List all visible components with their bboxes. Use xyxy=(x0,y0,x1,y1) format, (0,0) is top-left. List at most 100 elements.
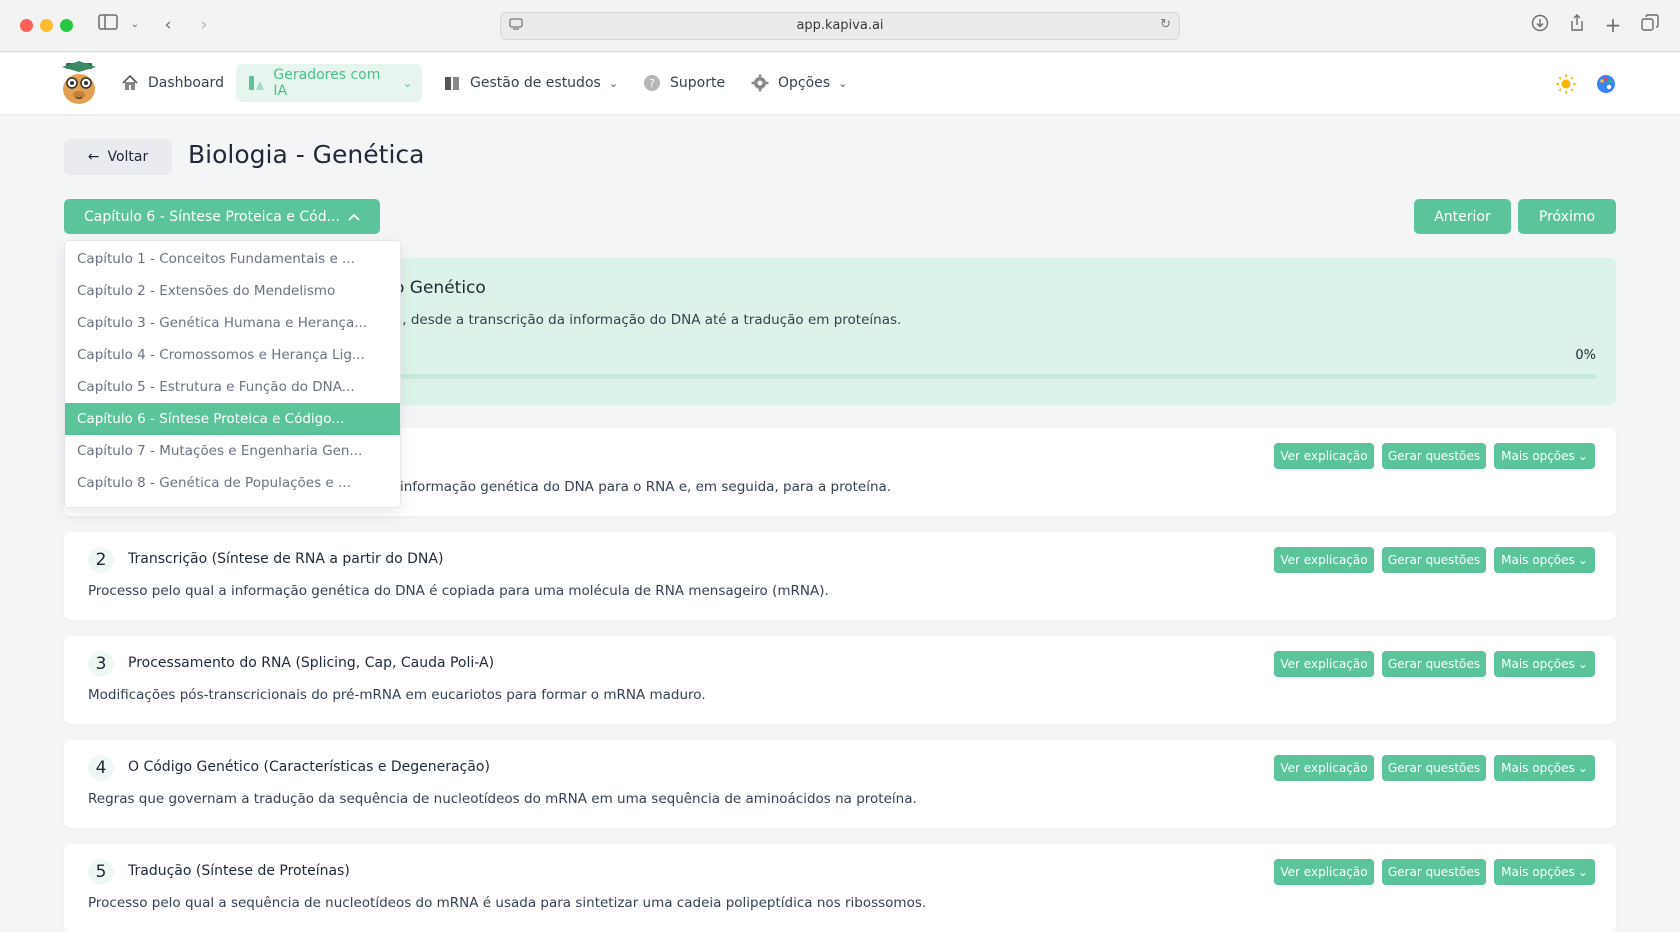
summary-title: o Genético xyxy=(394,278,486,298)
chapter-option[interactable]: Capítulo 1 - Conceitos Fundamentais e ..… xyxy=(65,243,400,275)
previous-button[interactable]: Anterior xyxy=(1414,199,1511,234)
sun-icon[interactable] xyxy=(1556,74,1576,94)
back-arrow-icon[interactable]: ‹ xyxy=(160,14,176,36)
explain-button[interactable]: Ver explicação xyxy=(1274,443,1374,469)
topic-description: Regras que governam a tradução da sequên… xyxy=(88,791,917,807)
chevron-down-icon: ⌄ xyxy=(1577,761,1588,775)
chapter-dropdown-menu: Capítulo 1 - Conceitos Fundamentais e ..… xyxy=(64,240,401,508)
reload-icon[interactable]: ↻ xyxy=(1160,17,1171,32)
topic-description: informação genética do DNA para o RNA e,… xyxy=(400,479,892,495)
generate-questions-button[interactable]: Gerar questões xyxy=(1382,651,1486,677)
page-title: Biologia - Genética xyxy=(188,140,425,169)
chevron-down-icon: ⌄ xyxy=(608,76,619,90)
more-options-button[interactable]: Mais opções ⌄ xyxy=(1494,443,1595,469)
new-tab-icon[interactable]: + xyxy=(1603,14,1623,36)
chevron-down-icon: ⌄ xyxy=(1577,553,1588,567)
topic-card: 5 Tradução (Síntese de Proteínas) Proces… xyxy=(64,844,1616,932)
more-options-label: Mais opções xyxy=(1501,553,1575,567)
topic-title: Processamento do RNA (Splicing, Cap, Cau… xyxy=(128,655,495,671)
chapter-option-selected[interactable]: Capítulo 6 - Síntese Proteica e Código..… xyxy=(65,403,400,435)
chapter-select-label: Capítulo 6 - Síntese Proteica e Cód... xyxy=(84,208,340,225)
topic-description: Processo pelo qual a sequência de nucleo… xyxy=(88,895,927,911)
topic-number: 3 xyxy=(88,651,114,677)
nav-gestao[interactable]: Gestão de estudos ⌄ xyxy=(432,64,628,102)
next-button[interactable]: Próximo xyxy=(1518,199,1616,234)
svg-text:?: ? xyxy=(649,77,655,90)
generate-questions-button[interactable]: Gerar questões xyxy=(1382,443,1486,469)
download-icon[interactable] xyxy=(1529,14,1551,36)
more-options-button[interactable]: Mais opções ⌄ xyxy=(1494,755,1595,781)
progress-label: 0% xyxy=(1575,348,1596,363)
gear-icon xyxy=(750,73,770,93)
capybara-logo[interactable] xyxy=(60,61,98,107)
chevron-down-icon: ⌄ xyxy=(838,76,848,90)
share-icon[interactable] xyxy=(1566,14,1588,36)
nav-dashboard-label: Dashboard xyxy=(148,75,224,91)
explain-button[interactable]: Ver explicação xyxy=(1274,547,1374,573)
more-options-button[interactable]: Mais opções ⌄ xyxy=(1494,859,1595,885)
address-bar[interactable]: app.kapiva.ai ↻ xyxy=(500,12,1180,40)
more-options-button[interactable]: Mais opções ⌄ xyxy=(1494,651,1595,677)
back-button-label: Voltar xyxy=(107,149,149,165)
palette-icon[interactable] xyxy=(1596,74,1616,94)
arrow-left-icon: ← xyxy=(87,149,100,165)
more-options-label: Mais opções xyxy=(1501,657,1575,671)
more-options-label: Mais opções xyxy=(1501,449,1575,463)
chapter-option[interactable]: Capítulo 2 - Extensões do Mendelismo xyxy=(65,275,400,307)
browser-toolbar: ⌄ ‹ › app.kapiva.ai ↻ + xyxy=(0,0,1680,52)
chevron-up-icon xyxy=(348,209,360,225)
sidebar-toggle-icon[interactable] xyxy=(97,14,119,36)
flask-icon xyxy=(246,73,265,93)
chapter-select[interactable]: Capítulo 6 - Síntese Proteica e Cód... xyxy=(64,199,380,234)
chevron-down-icon: ⌄ xyxy=(1577,865,1588,879)
topic-title: Transcrição (Síntese de RNA a partir do … xyxy=(128,551,444,567)
nav-suporte-label: Suporte xyxy=(670,75,726,91)
nav-opcoes-label: Opções xyxy=(778,75,831,91)
topic-title: Tradução (Síntese de Proteínas) xyxy=(128,863,350,879)
help-icon: ? xyxy=(642,73,662,93)
chapter-option[interactable]: Capítulo 4 - Cromossomos e Herança Lig..… xyxy=(65,339,400,371)
chapter-option[interactable]: Capítulo 8 - Genética de Populações e ..… xyxy=(65,467,400,499)
topic-description: Processo pelo qual a informação genética… xyxy=(88,583,829,599)
book-icon xyxy=(442,73,462,93)
explain-button[interactable]: Ver explicação xyxy=(1274,651,1374,677)
topic-card: 3 Processamento do RNA (Splicing, Cap, C… xyxy=(64,636,1616,724)
chevron-down-icon: ⌄ xyxy=(1577,449,1588,463)
chapter-option[interactable]: Capítulo 5 - Estrutura e Função do DNA..… xyxy=(65,371,400,403)
more-options-label: Mais opções xyxy=(1501,761,1575,775)
explain-button[interactable]: Ver explicação xyxy=(1274,859,1374,885)
topic-card: 2 Transcrição (Síntese de RNA a partir d… xyxy=(64,532,1616,620)
minimize-window-button[interactable] xyxy=(40,19,53,32)
nav-geradores-label: Geradores com IA xyxy=(273,67,381,99)
forward-arrow-icon[interactable]: › xyxy=(196,14,212,36)
generate-questions-button[interactable]: Gerar questões xyxy=(1382,755,1486,781)
summary-description: a, desde a transcrição da informação do … xyxy=(394,312,902,328)
app-navbar: Dashboard Geradores com IA ⌄ Gestão de e… xyxy=(0,53,1680,115)
close-window-button[interactable] xyxy=(20,19,33,32)
chevron-down-icon: ⌄ xyxy=(402,76,412,90)
chevron-down-icon: ⌄ xyxy=(1577,657,1588,671)
nav-gestao-label: Gestão de estudos xyxy=(470,75,601,91)
url-text: app.kapiva.ai xyxy=(796,18,884,33)
topic-number: 5 xyxy=(88,859,114,885)
topic-card: 4 O Código Genético (Características e D… xyxy=(64,740,1616,828)
back-button[interactable]: ← Voltar xyxy=(64,139,172,175)
tabs-overview-icon[interactable] xyxy=(1640,14,1660,36)
nav-geradores[interactable]: Geradores com IA ⌄ xyxy=(236,64,422,102)
maximize-window-button[interactable] xyxy=(60,19,73,32)
generate-questions-button[interactable]: Gerar questões xyxy=(1382,859,1486,885)
topic-number: 4 xyxy=(88,755,114,781)
home-icon xyxy=(120,73,140,93)
topic-number: 2 xyxy=(88,547,114,573)
more-options-button[interactable]: Mais opções ⌄ xyxy=(1494,547,1595,573)
chapter-option[interactable]: Capítulo 7 - Mutações e Engenharia Gen..… xyxy=(65,435,400,467)
chapter-option[interactable]: Capítulo 3 - Genética Humana e Herança..… xyxy=(65,307,400,339)
chevron-down-icon[interactable]: ⌄ xyxy=(128,14,142,36)
generate-questions-button[interactable]: Gerar questões xyxy=(1382,547,1486,573)
progress-bar xyxy=(394,374,1596,379)
nav-dashboard[interactable]: Dashboard xyxy=(110,64,234,102)
explain-button[interactable]: Ver explicação xyxy=(1274,755,1374,781)
nav-suporte[interactable]: ? Suporte xyxy=(632,64,735,102)
nav-opcoes[interactable]: Opções ⌄ xyxy=(740,64,857,102)
topic-title: O Código Genético (Características e Deg… xyxy=(128,759,490,775)
